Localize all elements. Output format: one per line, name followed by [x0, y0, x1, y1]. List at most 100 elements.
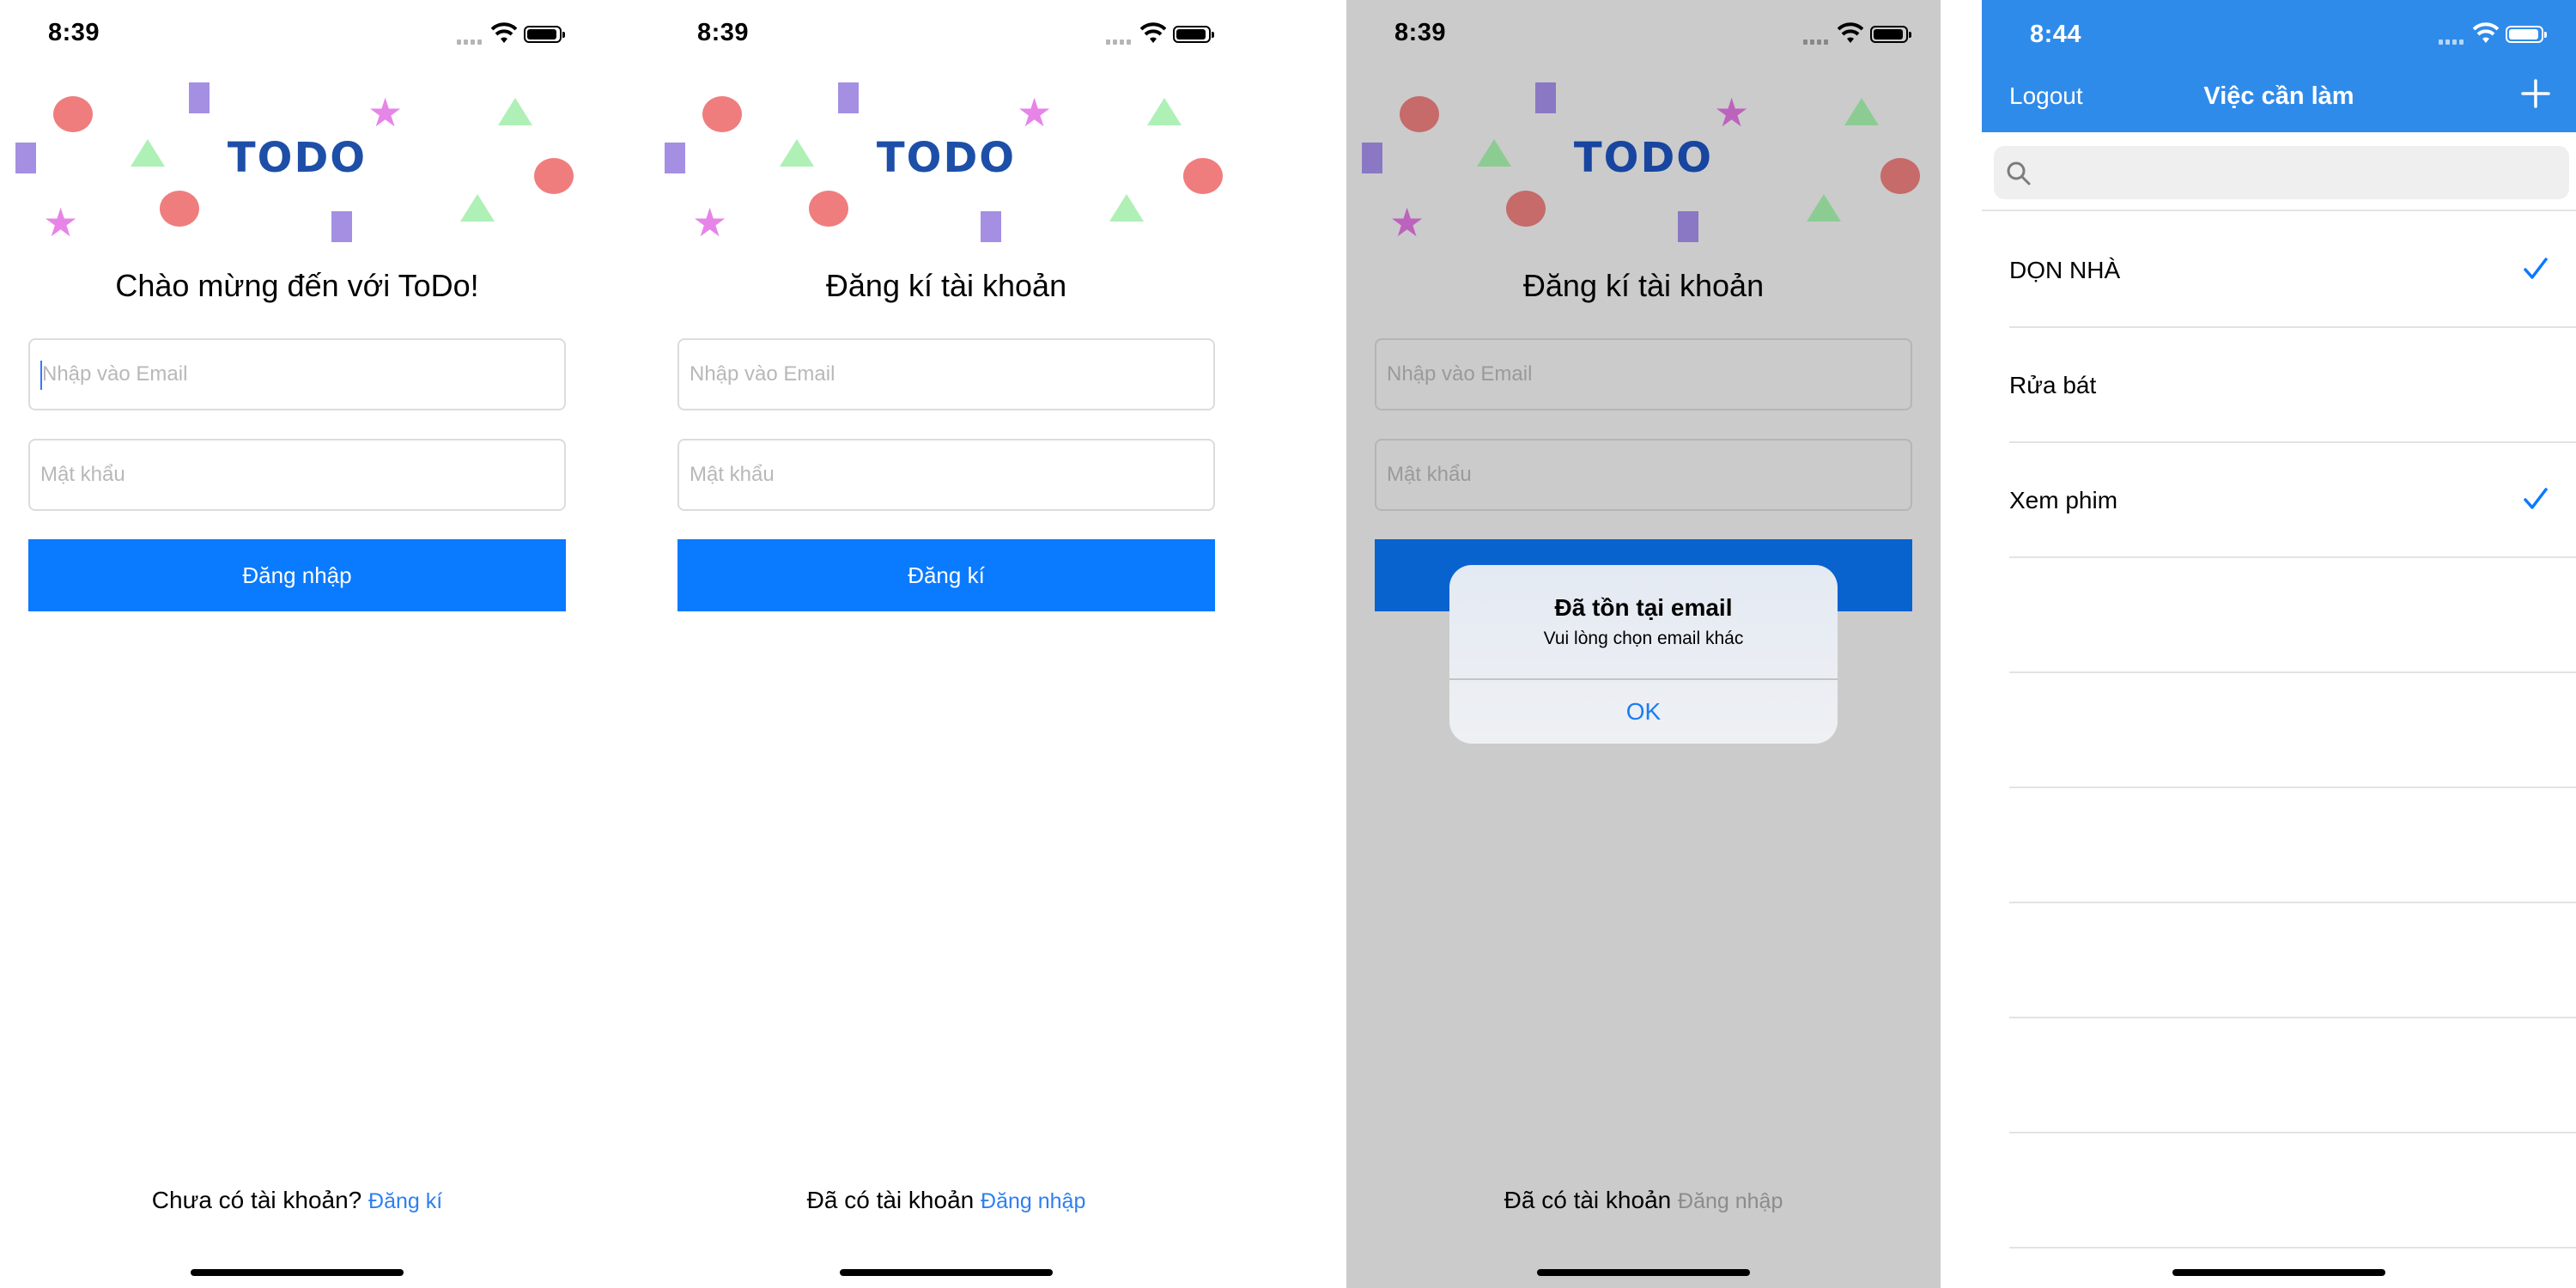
home-indicator[interactable]	[840, 1269, 1053, 1276]
status-icons	[2439, 22, 2550, 48]
home-indicator[interactable]	[2172, 1269, 2385, 1276]
star-decoration: ★	[1714, 90, 1750, 135]
status-time: 8:39	[1394, 19, 1447, 46]
empty-row	[2009, 903, 2576, 1018]
todo-list-screen: 8:44 Logout Việc cần làm DỌN NHÀ Rửa bát…	[1982, 0, 2576, 1288]
rect-decoration	[1535, 82, 1556, 113]
todo-list: DỌN NHÀ Rửa bát Xem phim	[1982, 213, 2576, 1249]
status-icons	[1803, 22, 1915, 48]
password-placeholder: Mật khẩu	[1387, 463, 1472, 486]
circle-decoration	[1506, 191, 1546, 227]
signal-icon	[457, 36, 484, 45]
footer-text: Chưa có tài khoản?	[151, 1187, 362, 1213]
search-icon	[2007, 161, 2031, 185]
login-button[interactable]: Đăng nhập	[28, 539, 566, 611]
todo-banner: ★ ★ TODO	[649, 69, 1243, 258]
checkmark-icon	[2524, 488, 2548, 509]
register-alert-screen: 8:39 ★ ★ TODO Đăng kí tài khoản Nhập vào…	[1346, 0, 1941, 1288]
list-item-label: DỌN NHÀ	[2009, 257, 2121, 283]
page-title: Chào mừng đến với ToDo!	[115, 268, 479, 303]
alert-message: Vui lòng chọn email khác	[1543, 629, 1744, 648]
email-field[interactable]: Nhập vào Email	[28, 338, 566, 410]
password-field[interactable]: Mật khẩu	[677, 439, 1215, 511]
plus-icon[interactable]	[2521, 79, 2550, 108]
battery-icon	[2506, 26, 2547, 43]
status-time: 8:39	[48, 19, 100, 46]
status-icons	[1106, 22, 1218, 48]
circle-decoration	[1400, 96, 1439, 132]
checkmark-icon	[2524, 258, 2548, 279]
login-link[interactable]: Đăng nhập	[981, 1189, 1085, 1213]
todo-logo: TODO	[227, 134, 368, 182]
rect-decoration	[981, 211, 1001, 242]
circle-decoration	[702, 96, 742, 132]
list-item[interactable]: Rửa bát	[2009, 328, 2576, 443]
star-decoration: ★	[692, 200, 728, 245]
empty-row	[2009, 1133, 2576, 1249]
footer-text: Đã có tài khoản	[1504, 1187, 1672, 1213]
footer: Đã có tài khoản Đăng nhập	[649, 1187, 1243, 1214]
home-indicator[interactable]	[1537, 1269, 1750, 1276]
status-time: 8:39	[697, 19, 750, 46]
status-time: 8:44	[2030, 21, 2082, 48]
battery-icon	[1173, 26, 1214, 43]
star-decoration: ★	[1017, 90, 1053, 135]
alert-ok-button[interactable]: OK	[1449, 680, 1838, 744]
email-field: Nhập vào Email	[1375, 338, 1912, 410]
register-link[interactable]: Đăng kí	[368, 1189, 442, 1213]
star-decoration: ★	[368, 90, 404, 135]
status-bar: 8:39	[0, 0, 594, 69]
todo-banner: ★ ★ TODO	[1346, 69, 1941, 258]
empty-row	[2009, 673, 2576, 788]
list-item-label: Rửa bát	[2009, 372, 2097, 398]
rect-decoration	[189, 82, 210, 113]
footer: Chưa có tài khoản? Đăng kí	[0, 1187, 594, 1214]
wifi-icon	[2473, 22, 2499, 43]
register-button[interactable]: Đăng kí	[677, 539, 1215, 611]
search-input[interactable]	[1994, 146, 2569, 199]
signal-icon	[1803, 36, 1831, 45]
navigation-bar: 8:44 Logout Việc cần làm	[1982, 0, 2576, 132]
wifi-icon	[1140, 22, 1166, 43]
empty-row	[2009, 788, 2576, 903]
login-link: Đăng nhập	[1678, 1189, 1783, 1213]
list-item[interactable]: DỌN NHÀ	[2009, 213, 2576, 328]
battery-icon	[524, 26, 565, 43]
footer-text: Đã có tài khoản	[806, 1187, 975, 1213]
page-title: Đăng kí tài khoản	[1522, 268, 1765, 303]
nav-title: Việc cần làm	[2203, 82, 2354, 110]
star-decoration: ★	[43, 200, 79, 245]
circle-decoration	[809, 191, 848, 227]
star-decoration: ★	[1389, 200, 1425, 245]
password-field[interactable]: Mật khẩu	[28, 439, 566, 511]
email-field[interactable]: Nhập vào Email	[677, 338, 1215, 410]
list-item[interactable]: Xem phim	[2009, 443, 2576, 558]
page-title: Đăng kí tài khoản	[825, 268, 1067, 303]
register-screen: 8:39 ★ ★ TODO Đăng kí tài khoản Nhập vào…	[649, 0, 1243, 1288]
wifi-icon	[1838, 22, 1863, 43]
wifi-icon	[491, 22, 517, 43]
triangle-decoration	[460, 194, 495, 222]
triangle-decoration	[498, 98, 532, 125]
empty-row	[2009, 1018, 2576, 1133]
signal-icon	[1106, 36, 1133, 45]
battery-icon	[1870, 26, 1911, 43]
email-placeholder: Nhập vào Email	[1387, 362, 1533, 386]
triangle-decoration	[1807, 194, 1841, 222]
password-placeholder: Mật khẩu	[690, 463, 775, 486]
status-bar: 8:39	[649, 0, 1243, 69]
home-indicator[interactable]	[191, 1269, 404, 1276]
triangle-decoration	[1147, 98, 1182, 125]
signal-icon	[2439, 36, 2466, 45]
email-placeholder: Nhập vào Email	[42, 362, 188, 386]
triangle-decoration	[1844, 98, 1879, 125]
rect-decoration	[331, 211, 352, 242]
circle-decoration	[160, 191, 199, 227]
triangle-decoration	[1109, 194, 1144, 222]
email-placeholder: Nhập vào Email	[690, 362, 835, 386]
password-field: Mật khẩu	[1375, 439, 1912, 511]
password-placeholder: Mật khẩu	[40, 463, 125, 486]
rect-decoration	[1678, 211, 1698, 242]
rect-decoration	[838, 82, 859, 113]
empty-row	[2009, 558, 2576, 673]
